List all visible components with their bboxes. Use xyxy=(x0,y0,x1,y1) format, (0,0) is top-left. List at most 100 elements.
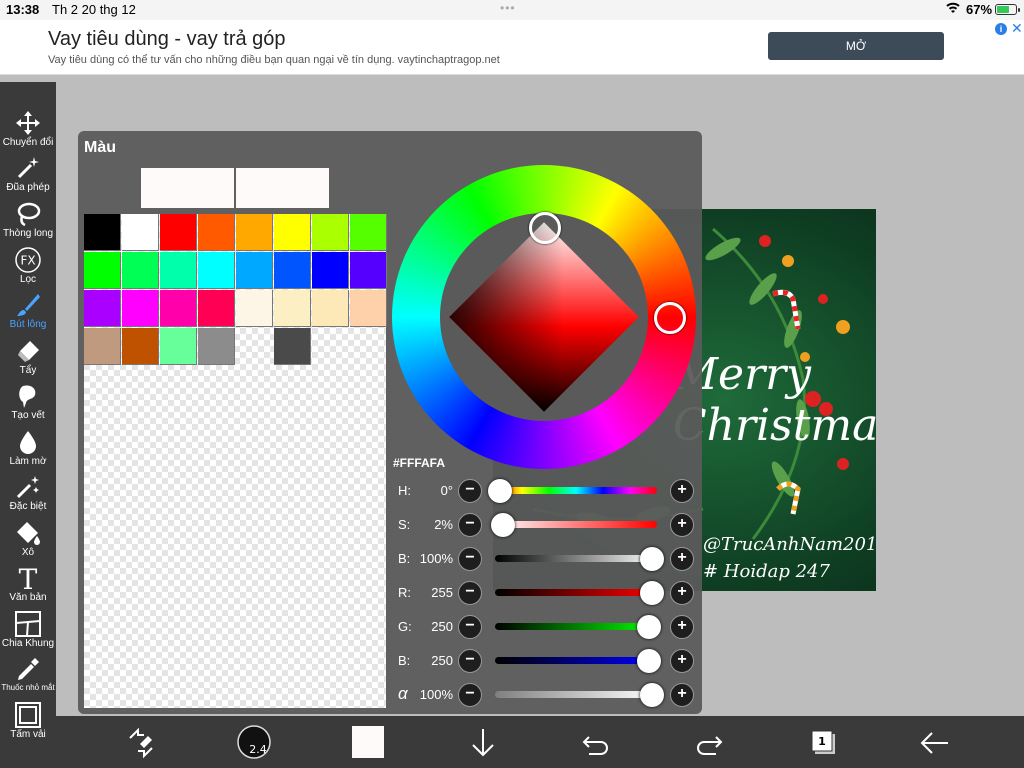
palette-swatch[interactable] xyxy=(160,214,197,251)
slider-track[interactable] xyxy=(495,521,657,528)
tool-magic-wand[interactable]: Đũa phép xyxy=(0,155,56,199)
sb-handle[interactable] xyxy=(529,212,561,244)
back-button[interactable] xyxy=(918,726,952,760)
palette-swatch[interactable] xyxy=(84,214,121,251)
transform-tools-button[interactable] xyxy=(124,726,158,760)
slider-track[interactable] xyxy=(495,589,657,596)
current-color-swatch[interactable] xyxy=(141,168,234,208)
slider-value: 2% xyxy=(434,517,453,532)
tool-brush[interactable]: Bút lông xyxy=(0,292,56,336)
palette-swatch[interactable] xyxy=(160,290,197,327)
slider-knob[interactable] xyxy=(637,615,661,639)
palette-swatch[interactable] xyxy=(312,214,349,251)
tool-canvas[interactable]: Tấm vải xyxy=(0,702,56,746)
palette-swatch[interactable] xyxy=(350,290,387,327)
slider-knob[interactable] xyxy=(488,479,512,503)
undo-button[interactable] xyxy=(579,726,613,760)
increment-button[interactable]: + xyxy=(670,479,694,503)
palette-swatch[interactable] xyxy=(84,328,121,365)
tool-filter[interactable]: FX Lọc xyxy=(0,247,56,291)
palette-swatch[interactable] xyxy=(274,328,311,365)
palette-swatch[interactable] xyxy=(236,214,273,251)
ad-info-icon[interactable]: i xyxy=(995,23,1007,35)
increment-button[interactable]: + xyxy=(670,649,694,673)
hex-value[interactable]: #FFFAFA xyxy=(393,456,445,470)
palette-swatch[interactable] xyxy=(122,328,159,365)
brush-size-button[interactable]: 2.4 xyxy=(236,724,272,760)
increment-button[interactable]: + xyxy=(670,547,694,571)
multitask-dots-icon[interactable]: ••• xyxy=(500,1,516,15)
decrement-button[interactable]: − xyxy=(458,615,482,639)
palette-swatch[interactable] xyxy=(312,252,349,289)
slider-knob[interactable] xyxy=(491,513,515,537)
ad-description[interactable]: Vay tiêu dùng có thể tư vấn cho những đi… xyxy=(48,54,500,66)
decrement-button[interactable]: − xyxy=(458,649,482,673)
magic-wand-icon xyxy=(17,157,39,179)
redo-button[interactable] xyxy=(692,726,726,760)
tool-lasso[interactable]: Thòng long xyxy=(0,201,56,245)
status-time: 13:38 xyxy=(6,2,40,17)
increment-button[interactable]: + xyxy=(670,513,694,537)
color-wheel[interactable] xyxy=(392,165,696,469)
palette-swatch[interactable] xyxy=(350,214,387,251)
tool-text[interactable]: T Văn bản xyxy=(0,565,56,609)
previous-color-swatch[interactable] xyxy=(236,168,329,208)
color-palette[interactable] xyxy=(84,214,387,708)
bucket-icon xyxy=(17,522,40,545)
hue-handle[interactable] xyxy=(654,302,686,334)
palette-swatch[interactable] xyxy=(350,252,387,289)
slider-track[interactable] xyxy=(495,691,657,698)
ad-banner[interactable]: Vay tiêu dùng - vay trả góp Vay tiêu dùn… xyxy=(0,20,1024,75)
decrement-button[interactable]: − xyxy=(458,581,482,605)
slider-knob[interactable] xyxy=(637,649,661,673)
slider-track[interactable] xyxy=(495,487,657,494)
decrement-button[interactable]: − xyxy=(458,547,482,571)
tool-special[interactable]: Đặc biệt xyxy=(0,474,56,518)
decrement-button[interactable]: − xyxy=(458,683,482,707)
color-swatch-button[interactable] xyxy=(352,726,384,758)
tool-eyedropper[interactable]: Thuốc nhỏ mắt xyxy=(0,656,56,700)
palette-swatch[interactable] xyxy=(198,328,235,365)
tool-blur[interactable]: Làm mờ xyxy=(0,429,56,473)
ad-title[interactable]: Vay tiêu dùng - vay trả góp xyxy=(48,28,286,51)
slider-track[interactable] xyxy=(495,555,657,562)
slider-knob[interactable] xyxy=(640,683,664,707)
download-button[interactable] xyxy=(466,726,500,760)
palette-swatch[interactable] xyxy=(122,252,159,289)
palette-swatch[interactable] xyxy=(122,290,159,327)
palette-swatch[interactable] xyxy=(160,252,197,289)
palette-swatch[interactable] xyxy=(312,290,349,327)
decrement-button[interactable]: − xyxy=(458,513,482,537)
palette-swatch[interactable] xyxy=(84,290,121,327)
palette-swatch[interactable] xyxy=(198,290,235,327)
tool-frame-divider[interactable]: Chia Khung xyxy=(0,611,56,655)
increment-button[interactable]: + xyxy=(670,581,694,605)
palette-swatch[interactable] xyxy=(198,214,235,251)
slider-track[interactable] xyxy=(495,623,657,630)
palette-swatch[interactable] xyxy=(236,290,273,327)
tool-transform[interactable]: Chuyển đổi xyxy=(0,110,56,154)
slider-track[interactable] xyxy=(495,657,657,664)
layers-button[interactable]: 1 xyxy=(806,726,840,760)
slider-value: 250 xyxy=(431,619,453,634)
palette-swatch[interactable] xyxy=(122,214,159,251)
palette-swatch[interactable] xyxy=(274,252,311,289)
increment-button[interactable]: + xyxy=(670,615,694,639)
ad-close-icon[interactable]: ✕ xyxy=(1011,20,1023,37)
palette-swatch[interactable] xyxy=(236,252,273,289)
tool-bucket[interactable]: Xô xyxy=(0,520,56,564)
palette-swatch[interactable] xyxy=(160,328,197,365)
slider-knob[interactable] xyxy=(640,547,664,571)
tool-eraser[interactable]: Tẩy xyxy=(0,338,56,382)
ad-open-button[interactable]: MỞ xyxy=(768,32,944,60)
increment-button[interactable]: + xyxy=(670,683,694,707)
tool-smudge[interactable]: Tạo vết xyxy=(0,383,56,427)
palette-swatch[interactable] xyxy=(198,252,235,289)
palette-swatch[interactable] xyxy=(84,252,121,289)
transform-tools-icon xyxy=(129,727,153,759)
decrement-button[interactable]: − xyxy=(458,479,482,503)
tool-label: Thòng long xyxy=(2,228,54,239)
slider-knob[interactable] xyxy=(640,581,664,605)
palette-swatch[interactable] xyxy=(274,214,311,251)
palette-swatch[interactable] xyxy=(274,290,311,327)
